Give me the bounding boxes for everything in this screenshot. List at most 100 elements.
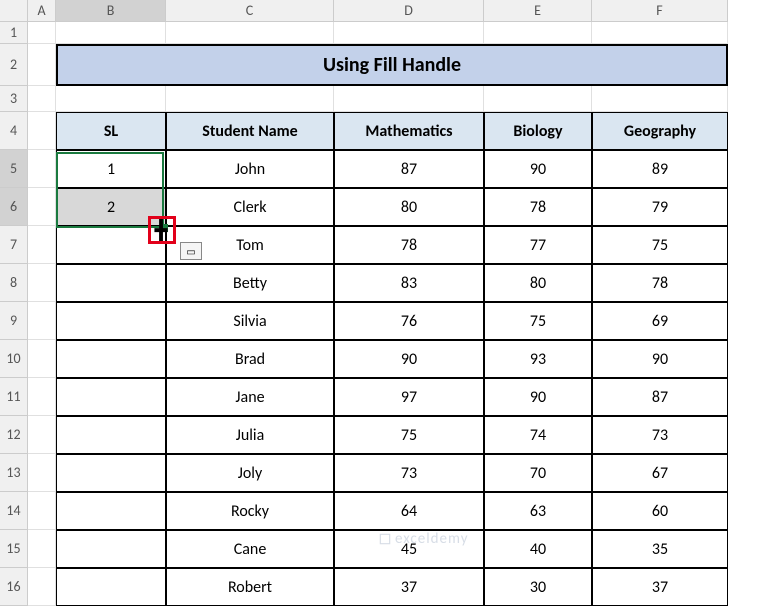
cell-E5[interactable]: 90 bbox=[484, 150, 592, 188]
col-header-C[interactable]: C bbox=[166, 0, 334, 22]
cell-C11[interactable]: Jane bbox=[166, 378, 334, 416]
cell-D16[interactable]: 37 bbox=[334, 568, 484, 606]
row-header-12[interactable]: 12 bbox=[0, 416, 28, 454]
cell-D5[interactable]: 87 bbox=[334, 150, 484, 188]
cell-E3[interactable] bbox=[484, 86, 592, 112]
cell-E8[interactable]: 80 bbox=[484, 264, 592, 302]
row-header-15[interactable]: 15 bbox=[0, 530, 28, 568]
cell-B13[interactable] bbox=[56, 454, 166, 492]
header-math[interactable]: Mathematics bbox=[334, 112, 484, 150]
cell-D13[interactable]: 73 bbox=[334, 454, 484, 492]
cell-A3[interactable] bbox=[28, 86, 56, 112]
cell-B1[interactable] bbox=[56, 22, 166, 44]
cell-C14[interactable]: Rocky bbox=[166, 492, 334, 530]
cell-B11[interactable] bbox=[56, 378, 166, 416]
header-name[interactable]: Student Name bbox=[166, 112, 334, 150]
row-header-3[interactable]: 3 bbox=[0, 86, 28, 112]
cell-E6[interactable]: 78 bbox=[484, 188, 592, 226]
cell-A1[interactable] bbox=[28, 22, 56, 44]
cell-F12[interactable]: 73 bbox=[592, 416, 728, 454]
cell-D15[interactable]: 45 bbox=[334, 530, 484, 568]
cell-F3[interactable] bbox=[592, 86, 728, 112]
row-header-16[interactable]: 16 bbox=[0, 568, 28, 606]
row-header-8[interactable]: 8 bbox=[0, 264, 28, 302]
cell-A12[interactable] bbox=[28, 416, 56, 454]
cell-C8[interactable]: Betty bbox=[166, 264, 334, 302]
cell-B14[interactable] bbox=[56, 492, 166, 530]
col-header-D[interactable]: D bbox=[334, 0, 484, 22]
cell-D6[interactable]: 80 bbox=[334, 188, 484, 226]
header-sl[interactable]: SL bbox=[56, 112, 166, 150]
cell-C13[interactable]: Joly bbox=[166, 454, 334, 492]
cell-F16[interactable]: 37 bbox=[592, 568, 728, 606]
cell-A7[interactable] bbox=[28, 226, 56, 264]
cell-E13[interactable]: 70 bbox=[484, 454, 592, 492]
cell-F13[interactable]: 67 bbox=[592, 454, 728, 492]
header-bio[interactable]: Biology bbox=[484, 112, 592, 150]
cell-D1[interactable] bbox=[334, 22, 484, 44]
cell-A16[interactable] bbox=[28, 568, 56, 606]
cell-B7[interactable] bbox=[56, 226, 166, 264]
cell-F15[interactable]: 35 bbox=[592, 530, 728, 568]
row-header-11[interactable]: 11 bbox=[0, 378, 28, 416]
cell-D3[interactable] bbox=[334, 86, 484, 112]
row-header-10[interactable]: 10 bbox=[0, 340, 28, 378]
cell-F5[interactable]: 89 bbox=[592, 150, 728, 188]
col-header-B[interactable]: B bbox=[56, 0, 166, 22]
cell-E10[interactable]: 93 bbox=[484, 340, 592, 378]
cell-B5[interactable]: 1 bbox=[56, 150, 166, 188]
cell-C16[interactable]: Robert bbox=[166, 568, 334, 606]
cell-F8[interactable]: 78 bbox=[592, 264, 728, 302]
cell-E1[interactable] bbox=[484, 22, 592, 44]
cell-C1[interactable] bbox=[166, 22, 334, 44]
cell-B3[interactable] bbox=[56, 86, 166, 112]
cell-D12[interactable]: 75 bbox=[334, 416, 484, 454]
cell-B9[interactable] bbox=[56, 302, 166, 340]
cell-D9[interactable]: 76 bbox=[334, 302, 484, 340]
row-header-14[interactable]: 14 bbox=[0, 492, 28, 530]
header-geo[interactable]: Geography bbox=[592, 112, 728, 150]
cell-E16[interactable]: 30 bbox=[484, 568, 592, 606]
cell-E11[interactable]: 90 bbox=[484, 378, 592, 416]
cell-A10[interactable] bbox=[28, 340, 56, 378]
cell-D14[interactable]: 64 bbox=[334, 492, 484, 530]
cell-F7[interactable]: 75 bbox=[592, 226, 728, 264]
cell-C9[interactable]: Silvia bbox=[166, 302, 334, 340]
row-header-1[interactable]: 1 bbox=[0, 22, 28, 44]
cell-F10[interactable]: 90 bbox=[592, 340, 728, 378]
cell-B10[interactable] bbox=[56, 340, 166, 378]
col-header-A[interactable]: A bbox=[28, 0, 56, 22]
cell-C6[interactable]: Clerk bbox=[166, 188, 334, 226]
cell-C12[interactable]: Julia bbox=[166, 416, 334, 454]
spreadsheet-grid[interactable]: A B C D E F 1 2 Using Fill Handle 3 4 SL… bbox=[0, 0, 767, 606]
cell-D8[interactable]: 83 bbox=[334, 264, 484, 302]
cell-D7[interactable]: 78 bbox=[334, 226, 484, 264]
cell-B6[interactable]: 2 bbox=[56, 188, 166, 226]
cell-A11[interactable] bbox=[28, 378, 56, 416]
cell-E14[interactable]: 63 bbox=[484, 492, 592, 530]
row-header-4[interactable]: 4 bbox=[0, 112, 28, 150]
cell-F14[interactable]: 60 bbox=[592, 492, 728, 530]
cell-F6[interactable]: 79 bbox=[592, 188, 728, 226]
cell-B16[interactable] bbox=[56, 568, 166, 606]
select-all-corner[interactable] bbox=[0, 0, 28, 22]
autofill-options-icon[interactable]: ▭ bbox=[180, 242, 202, 260]
cell-C15[interactable]: Cane bbox=[166, 530, 334, 568]
cell-A4[interactable] bbox=[28, 112, 56, 150]
cell-A13[interactable] bbox=[28, 454, 56, 492]
cell-B12[interactable] bbox=[56, 416, 166, 454]
cell-D11[interactable]: 97 bbox=[334, 378, 484, 416]
cell-A14[interactable] bbox=[28, 492, 56, 530]
row-header-2[interactable]: 2 bbox=[0, 44, 28, 86]
cell-B8[interactable] bbox=[56, 264, 166, 302]
cell-A9[interactable] bbox=[28, 302, 56, 340]
cell-F9[interactable]: 69 bbox=[592, 302, 728, 340]
row-header-9[interactable]: 9 bbox=[0, 302, 28, 340]
title-cell[interactable]: Using Fill Handle bbox=[56, 44, 728, 86]
col-header-E[interactable]: E bbox=[484, 0, 592, 22]
cell-C3[interactable] bbox=[166, 86, 334, 112]
cell-A5[interactable] bbox=[28, 150, 56, 188]
row-header-7[interactable]: 7 bbox=[0, 226, 28, 264]
row-header-13[interactable]: 13 bbox=[0, 454, 28, 492]
cell-C10[interactable]: Brad bbox=[166, 340, 334, 378]
